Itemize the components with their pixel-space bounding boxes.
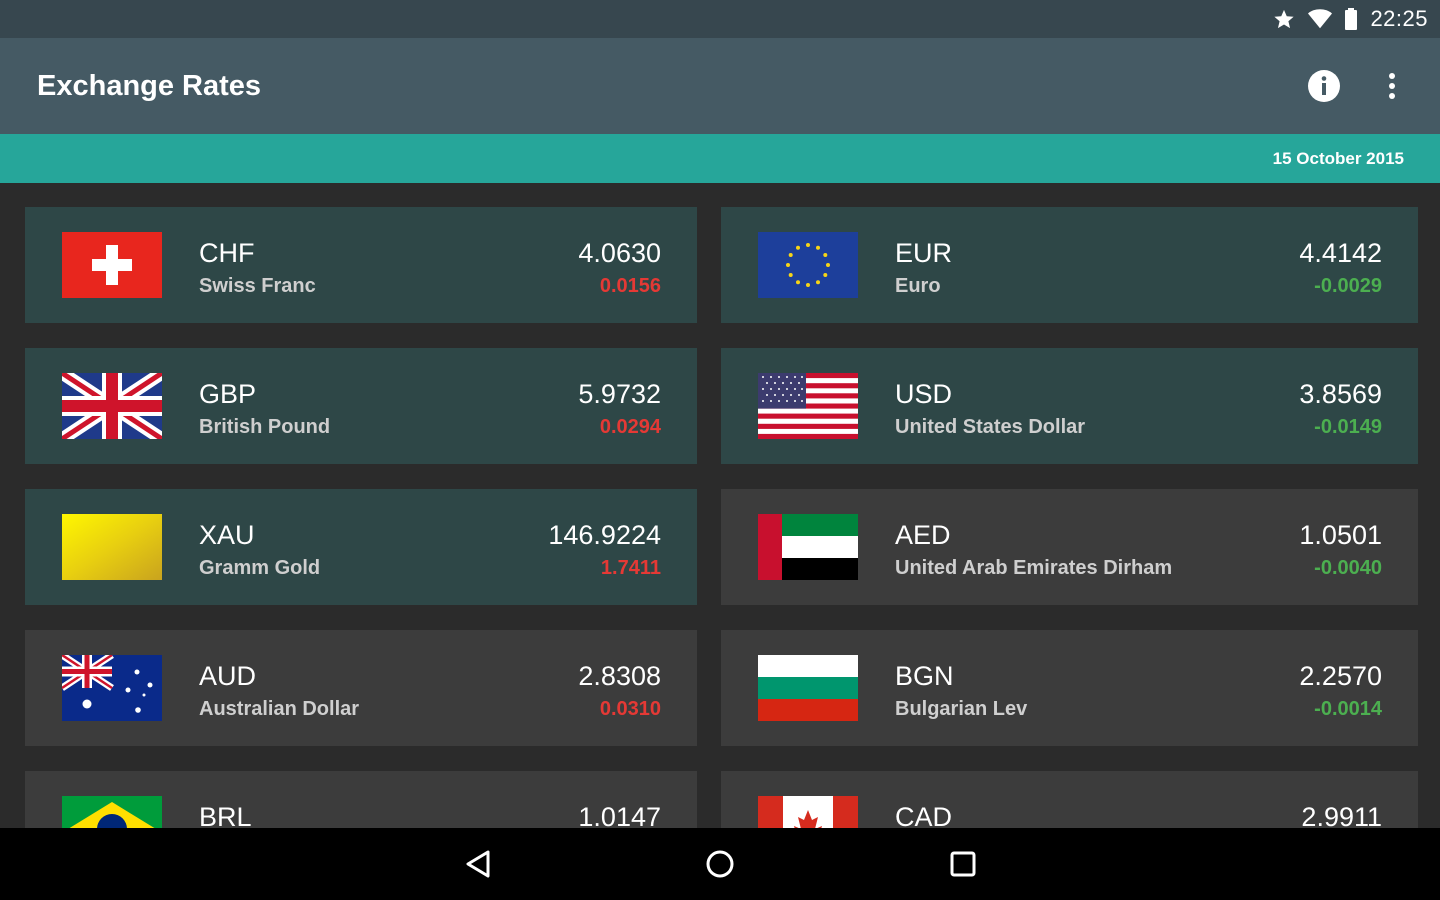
rate-card-brl[interactable]: BRL 1.0147: [25, 771, 697, 828]
switzerland-flag-icon: [62, 232, 162, 298]
currency-name: Euro: [895, 275, 941, 297]
app-bar: Exchange Rates: [0, 38, 1440, 134]
currency-name: Swiss Franc: [199, 275, 316, 297]
rate-card-eur[interactable]: EUR Euro 4.4142 -0.0029: [721, 207, 1418, 323]
brazil-flag-icon: [62, 796, 162, 828]
battery-icon: [1344, 7, 1358, 31]
rates-list[interactable]: CHF Swiss Franc 4.0630 0.0156 EUR Euro 4…: [0, 183, 1440, 828]
gold-icon: [62, 514, 162, 580]
currency-code: CAD: [895, 802, 953, 828]
currency-name: Gramm Gold: [199, 557, 321, 579]
rate-value: 2.2570: [1299, 661, 1382, 691]
rates-grid: CHF Swiss Franc 4.0630 0.0156 EUR Euro 4…: [25, 207, 1418, 828]
currency-code: BGN: [895, 661, 954, 691]
recents-icon[interactable]: [943, 844, 983, 884]
rate-card-usd[interactable]: USD United States Dollar 3.8569 -0.0149: [721, 348, 1418, 464]
rate-card-gbp[interactable]: GBP British Pound 5.9732 0.0294: [25, 348, 697, 464]
status-bar: 22:25: [0, 0, 1440, 38]
currency-code: USD: [895, 379, 953, 409]
wifi-icon: [1308, 7, 1333, 31]
rate-card-xau[interactable]: XAU Gramm Gold 146.9224 1.7411: [25, 489, 697, 605]
rate-change: -0.0149: [1314, 416, 1382, 438]
date-strip: 15 October 2015: [0, 134, 1440, 183]
rate-value: 5.9732: [578, 379, 661, 409]
eu-flag-icon: [758, 232, 858, 298]
bulgaria-flag-icon: [758, 655, 858, 721]
currency-code: BRL: [199, 802, 252, 828]
rate-change: -0.0014: [1314, 698, 1382, 720]
uae-flag-icon: [758, 514, 858, 580]
rate-change: 0.0310: [599, 698, 661, 720]
rate-change: 0.0156: [599, 275, 661, 297]
canada-flag-icon: [758, 796, 858, 828]
currency-name: British Pound: [199, 416, 331, 438]
rates-date: 15 October 2015: [1272, 148, 1404, 168]
app-bar-actions: [1304, 38, 1412, 134]
rate-change: -0.0029: [1314, 275, 1382, 297]
clock: 22:25: [1370, 6, 1428, 31]
back-icon[interactable]: [458, 844, 498, 884]
currency-code: AED: [895, 520, 951, 550]
currency-code: AUD: [199, 661, 257, 691]
rate-value: 2.8308: [578, 661, 661, 691]
rate-card-bgn[interactable]: BGN Bulgarian Lev 2.2570 -0.0014: [721, 630, 1418, 746]
currency-code: CHF: [199, 238, 255, 268]
currency-code: XAU: [199, 520, 255, 550]
uk-flag-icon: [62, 373, 162, 439]
star-icon: [1272, 7, 1296, 31]
more-vert-icon[interactable]: [1372, 66, 1412, 106]
rate-card-aud[interactable]: AUD Australian Dollar 2.8308 0.0310: [25, 630, 697, 746]
rate-value: 4.0630: [578, 238, 661, 268]
currency-code: GBP: [199, 379, 257, 409]
currency-name: Australian Dollar: [199, 698, 360, 720]
currency-name: Bulgarian Lev: [895, 698, 1028, 720]
currency-name: United Arab Emirates Dirham: [895, 557, 1173, 579]
rate-value: 1.0501: [1299, 520, 1382, 550]
australia-flag-icon: [62, 655, 162, 721]
rate-card-chf[interactable]: CHF Swiss Franc 4.0630 0.0156: [25, 207, 697, 323]
info-icon[interactable]: [1304, 66, 1344, 106]
page-title: Exchange Rates: [37, 69, 262, 102]
rate-value: 1.0147: [578, 802, 661, 828]
home-icon[interactable]: [700, 844, 740, 884]
rate-value: 146.9224: [548, 520, 661, 550]
rate-change: 0.0294: [599, 416, 661, 438]
rate-value: 4.4142: [1299, 238, 1382, 268]
rate-change: -0.0040: [1314, 557, 1382, 579]
currency-name: United States Dollar: [895, 416, 1086, 438]
currency-code: EUR: [895, 238, 953, 268]
navigation-bar: [0, 828, 1440, 900]
rate-value: 3.8569: [1299, 379, 1382, 409]
rate-card-cad[interactable]: CAD 2.9911: [721, 771, 1418, 828]
rate-card-aed[interactable]: AED United Arab Emirates Dirham 1.0501 -…: [721, 489, 1418, 605]
us-flag-icon: [758, 373, 858, 439]
rate-change: 1.7411: [600, 557, 661, 579]
rate-value: 2.9911: [1301, 802, 1382, 828]
